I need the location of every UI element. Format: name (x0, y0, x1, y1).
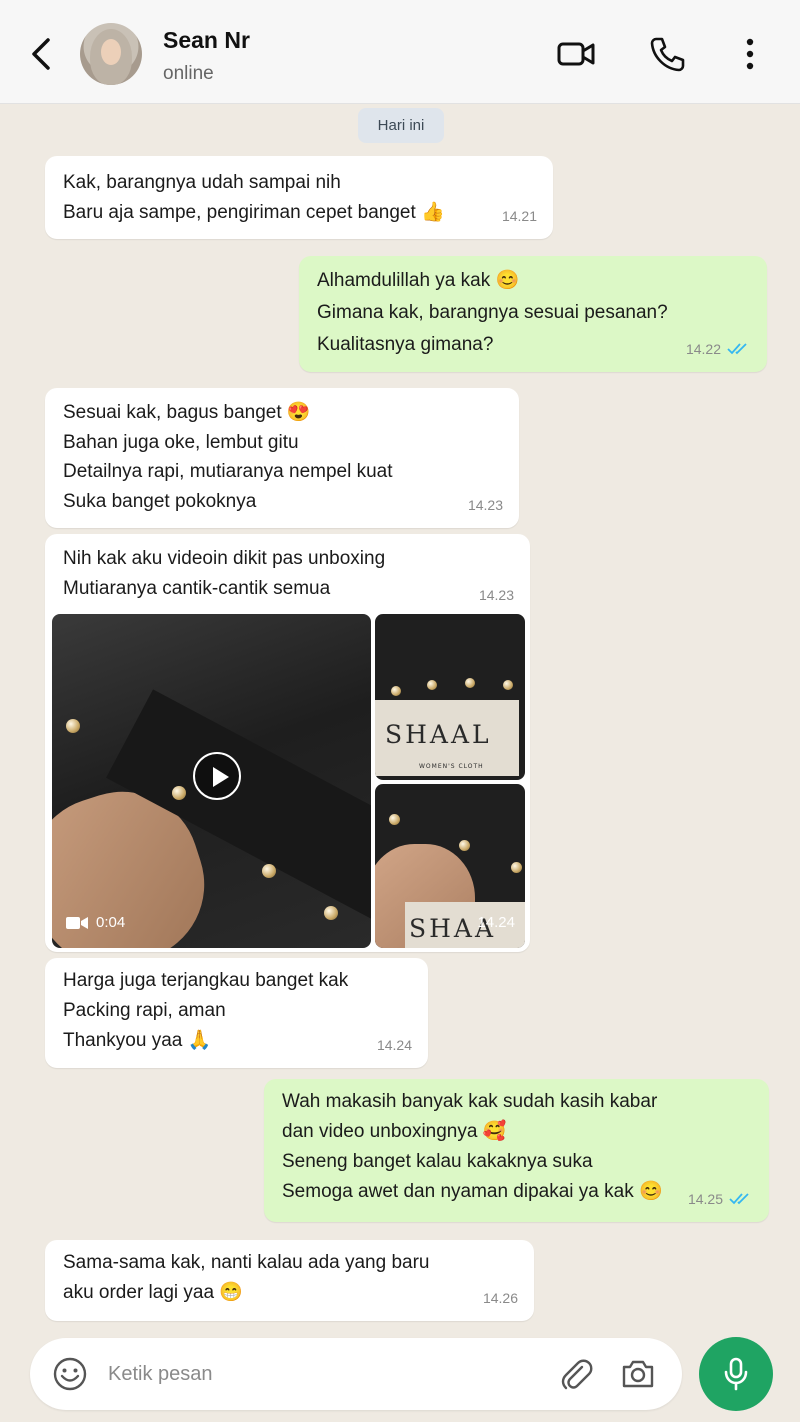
message-text: Kak, barangnya udah sampai nih (63, 172, 341, 193)
photo-thumbnail[interactable]: SHAAL WOMEN'S CLOTH (375, 614, 525, 780)
message-text: Semoga awet dan nyaman dipakai ya kak 😊 (282, 1181, 663, 1202)
play-icon[interactable] (193, 752, 241, 800)
message-time: 14.23 (478, 587, 514, 603)
message-time: 14.23 (467, 496, 503, 513)
message-time: 14.26 (482, 1290, 518, 1306)
read-ticks-icon (729, 1193, 749, 1205)
incoming-message[interactable]: Sesuai kak, bagus banget 😍 Bahan juga ok… (45, 388, 519, 528)
more-vertical-icon[interactable] (736, 34, 764, 74)
phone-icon[interactable] (648, 34, 688, 74)
message-text: Bahan juga oke, lembut gitu (63, 431, 299, 453)
video-duration: 0:04 (66, 908, 125, 938)
incoming-message[interactable]: Kak, barangnya udah sampai nih Baru aja … (45, 156, 553, 239)
message-text: Gimana kak, barangnya sesuai pesanan? (317, 302, 668, 323)
message-text: Kualitasnya gimana? (317, 334, 494, 355)
message-text: Sama-sama kak, nanti kalau ada yang baru (63, 1252, 430, 1273)
chat-header: Sean Nr online (0, 0, 800, 104)
message-text: dan video unboxingnya 🥰 (282, 1121, 507, 1142)
incoming-media-message[interactable]: Nih kak aku videoin dikit pas unboxing M… (45, 534, 530, 952)
message-composer (30, 1338, 682, 1410)
outgoing-message[interactable]: Wah makasih banyak kak sudah kasih kabar… (264, 1079, 769, 1222)
video-camera-icon (66, 917, 88, 929)
paperclip-icon[interactable] (558, 1356, 594, 1392)
message-text: aku order lagi yaa 😁 (63, 1282, 243, 1303)
camera-icon[interactable] (620, 1356, 656, 1392)
emoji-icon[interactable] (52, 1356, 88, 1392)
date-chip: Hari ini (358, 108, 444, 143)
back-arrow-icon[interactable] (26, 34, 58, 74)
message-text: Seneng banget kalau kakaknya suka (282, 1151, 593, 1172)
read-ticks-icon (727, 343, 747, 355)
message-text: Alhamdulillah ya kak 😊 (317, 270, 520, 291)
brand-label: SHAAL WOMEN'S CLOTH (375, 700, 519, 776)
message-text: Wah makasih banyak kak sudah kasih kabar (282, 1091, 658, 1112)
message-text: Detailnya rapi, mutiaranya nempel kuat (63, 461, 393, 482)
message-text: Sesuai kak, bagus banget 😍 (63, 402, 311, 423)
message-input[interactable] (108, 1354, 538, 1394)
incoming-message[interactable]: Sama-sama kak, nanti kalau ada yang baru… (45, 1240, 534, 1321)
message-text: Thankyou yaa 🙏 (63, 1030, 212, 1051)
contact-status: online (163, 63, 214, 84)
message-text: Nih kak aku videoin dikit pas unboxing (63, 548, 386, 569)
photo-thumbnail[interactable]: SHAA 14.24 (375, 784, 525, 948)
microphone-button[interactable] (699, 1337, 773, 1411)
message-time: 14.25 (688, 1184, 753, 1214)
message-time: 14.24 (376, 1037, 412, 1053)
microphone-icon (724, 1357, 748, 1391)
outgoing-message[interactable]: Alhamdulillah ya kak 😊 Gimana kak, baran… (299, 256, 767, 372)
message-text: Suka banget pokoknya (63, 490, 257, 512)
video-call-icon[interactable] (556, 34, 596, 74)
message-text: Baru aja sampe, pengiriman cepet banget … (63, 202, 445, 223)
video-thumbnail[interactable]: 0:04 (52, 614, 371, 948)
message-time: 14.21 (501, 208, 537, 224)
media-time: 14.24 (477, 914, 515, 931)
incoming-message[interactable]: Harga juga terjangkau banget kak Packing… (45, 958, 428, 1068)
message-time: 14.22 (686, 334, 751, 364)
contact-name[interactable]: Sean Nr (163, 27, 250, 54)
avatar[interactable] (80, 23, 142, 85)
message-text: Harga juga terjangkau banget kak (63, 970, 349, 991)
message-text: Mutiaranya cantik-cantik semua (63, 578, 331, 599)
message-text: Packing rapi, aman (63, 1000, 226, 1021)
